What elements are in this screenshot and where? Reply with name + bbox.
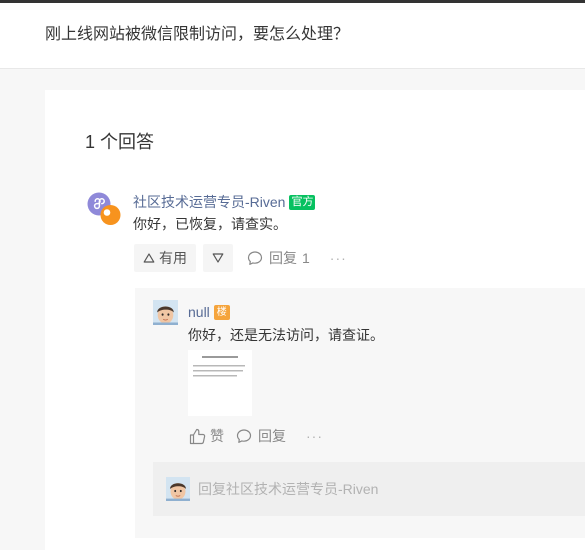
- answer-actions: 有用 回复 1 ···: [134, 244, 347, 272]
- triangle-up-icon: [143, 252, 155, 264]
- reply-image-thumbnail[interactable]: [188, 350, 252, 416]
- triangle-down-icon: [212, 252, 224, 264]
- reply-button[interactable]: 回复 1: [247, 244, 310, 272]
- like-button[interactable]: 赞: [188, 427, 224, 445]
- question-title: 刚上线网站被微信限制访问，要怎么处理？: [45, 26, 350, 43]
- reply-item: null 楼 你好，还是无法访问，请查证。 赞 回复 ··· 回复社区技术运营专…: [135, 288, 585, 538]
- not-useful-button[interactable]: [203, 244, 233, 272]
- reply-more-options-button[interactable]: ···: [306, 428, 323, 444]
- author-name[interactable]: 社区技术运营专员-Riven: [133, 193, 285, 211]
- useful-label: 有用: [159, 250, 187, 266]
- official-badge: 官方: [289, 194, 316, 210]
- reply-input[interactable]: [198, 479, 568, 499]
- answer-count-label: 1 个回答: [85, 132, 155, 152]
- more-options-button[interactable]: ···: [330, 250, 347, 266]
- reply-actions: 赞 回复 ···: [188, 427, 323, 445]
- reply-author-name[interactable]: null: [188, 303, 210, 321]
- answers-card: 1 个回答 社区技术运营专员-Riven 官方 你好，已恢复，请查实。 有用 回…: [45, 90, 585, 550]
- reply-count: 1: [302, 250, 310, 266]
- comment-icon: [247, 250, 263, 266]
- question-header: 刚上线网站被微信限制访问，要怎么处理？: [0, 3, 585, 69]
- reply-reply-button[interactable]: 回复: [236, 427, 286, 445]
- like-label: 赞: [210, 428, 224, 444]
- reply-label: 回复: [258, 428, 286, 444]
- reply-compose-box: [153, 462, 585, 516]
- thumbs-up-icon: [188, 427, 206, 445]
- reply-content: 你好，还是无法访问，请查证。: [188, 327, 384, 343]
- useful-button[interactable]: 有用: [134, 244, 196, 272]
- reply-label: 回复: [269, 250, 297, 266]
- current-user-avatar: [166, 477, 190, 501]
- avatar[interactable]: [153, 300, 178, 325]
- op-badge: 楼: [213, 304, 230, 320]
- comment-icon: [236, 428, 252, 444]
- author-row: 社区技术运营专员-Riven 官方: [133, 193, 316, 211]
- avatar[interactable]: [86, 191, 122, 227]
- reply-author-row: null 楼: [188, 303, 230, 321]
- answer-content: 你好，已恢复，请查实。: [133, 216, 287, 232]
